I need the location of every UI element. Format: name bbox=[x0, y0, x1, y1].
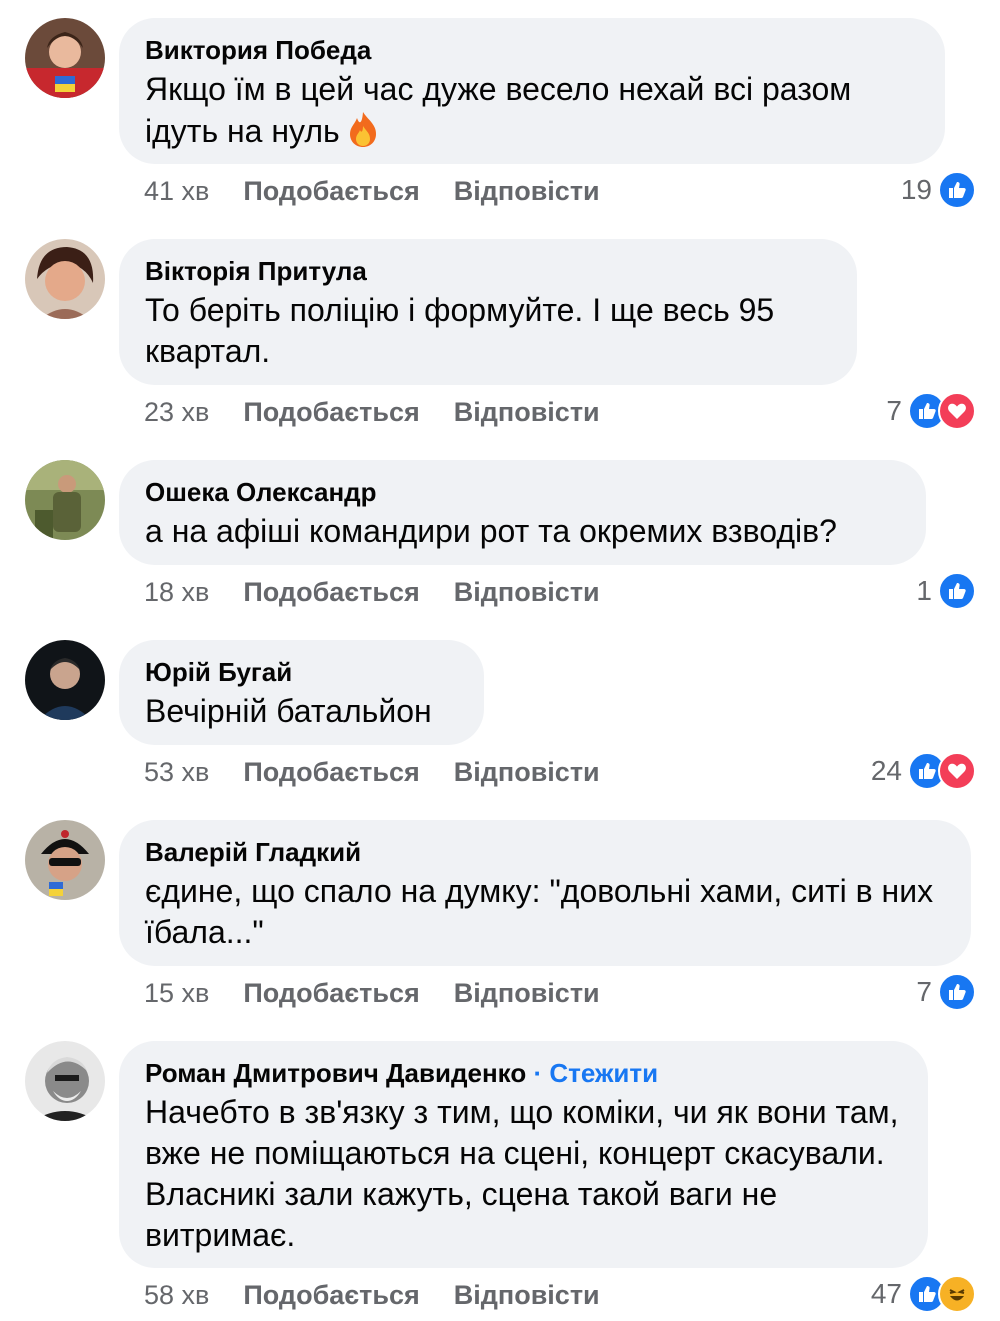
avatar[interactable] bbox=[25, 239, 105, 319]
avatar[interactable] bbox=[25, 820, 105, 900]
comment-author[interactable]: Виктория Победа bbox=[145, 35, 919, 65]
follow-label[interactable]: Стежити bbox=[549, 1058, 658, 1088]
comment-meta: 53 хв Подобається Відповісти bbox=[144, 756, 600, 788]
comment-meta: 41 хв Подобається Відповісти bbox=[144, 175, 600, 207]
comment-time[interactable]: 18 хв bbox=[144, 576, 209, 608]
avatar[interactable] bbox=[25, 640, 105, 720]
comment-bubble: Ошека Олександр а на афіші командири рот… bbox=[119, 460, 926, 565]
love-icon bbox=[938, 752, 976, 790]
reaction-count: 1 bbox=[916, 575, 932, 606]
like-button[interactable]: Подобається bbox=[243, 576, 419, 608]
comment-time[interactable]: 53 хв bbox=[144, 756, 209, 788]
reactions-summary[interactable]: 7 bbox=[916, 973, 976, 1011]
comment-text: Вечірній батальйон bbox=[145, 693, 432, 729]
comment-text: Начебто в зв'язку з тим, що коміки, чи я… bbox=[145, 1094, 899, 1253]
comment-meta: 15 хв Подобається Відповісти bbox=[144, 977, 600, 1009]
like-button[interactable]: Подобається bbox=[243, 1279, 419, 1311]
reply-button[interactable]: Відповісти bbox=[454, 756, 600, 788]
comment-text: а на афіші командири рот та окремих взво… bbox=[145, 513, 837, 549]
comment-text: єдине, що спало на думку: "довольні хами… bbox=[145, 873, 934, 950]
comment-time[interactable]: 15 хв bbox=[144, 977, 209, 1009]
like-button[interactable]: Подобається bbox=[243, 175, 419, 207]
haha-icon bbox=[938, 1275, 976, 1313]
comment-time[interactable]: 23 хв bbox=[144, 396, 209, 428]
reaction-count: 7 bbox=[886, 395, 902, 426]
reaction-count: 24 bbox=[870, 755, 902, 786]
reactions-summary[interactable]: 7 bbox=[886, 392, 976, 430]
like-icon bbox=[938, 572, 976, 610]
comment-meta: 18 хв Подобається Відповісти bbox=[144, 576, 600, 608]
comment-time[interactable]: 58 хв bbox=[144, 1279, 209, 1311]
fire-icon bbox=[346, 110, 380, 158]
comment-meta: 58 хв Подобається Відповісти bbox=[144, 1279, 600, 1311]
comment-time[interactable]: 41 хв bbox=[144, 175, 209, 207]
comment-bubble: Юрій Бугай Вечірній батальйон bbox=[119, 640, 484, 745]
comment-text: То беріть поліцію і формуйте. І ще весь … bbox=[145, 292, 775, 369]
avatar[interactable] bbox=[25, 18, 105, 98]
reply-button[interactable]: Відповісти bbox=[454, 977, 600, 1009]
comment-meta: 23 хв Подобається Відповісти bbox=[144, 396, 600, 428]
avatar[interactable] bbox=[25, 460, 105, 540]
comment-author[interactable]: Ошека Олександр bbox=[145, 477, 900, 507]
comment-bubble: Вікторія Притула То беріть поліцію і фор… bbox=[119, 239, 857, 385]
love-icon bbox=[938, 392, 976, 430]
comment-author: Роман Дмитрович Давиденко · Стежити bbox=[145, 1058, 902, 1088]
reply-button[interactable]: Відповісти bbox=[454, 576, 600, 608]
reactions-summary[interactable]: 1 bbox=[916, 572, 976, 610]
follow-link[interactable]: · Стежити bbox=[533, 1058, 658, 1088]
reaction-count: 7 bbox=[916, 976, 932, 1007]
comment-bubble: Роман Дмитрович Давиденко · Стежити Наче… bbox=[119, 1041, 928, 1268]
comment-author-name[interactable]: Роман Дмитрович Давиденко bbox=[145, 1058, 526, 1088]
like-icon bbox=[938, 973, 976, 1011]
reply-button[interactable]: Відповісти bbox=[454, 175, 600, 207]
comment-author[interactable]: Вікторія Притула bbox=[145, 256, 831, 286]
like-button[interactable]: Подобається bbox=[243, 756, 419, 788]
avatar[interactable] bbox=[25, 1041, 105, 1121]
like-button[interactable]: Подобається bbox=[243, 977, 419, 1009]
reactions-summary[interactable]: 24 bbox=[870, 752, 976, 790]
like-icon bbox=[938, 171, 976, 209]
reaction-count: 19 bbox=[900, 174, 932, 205]
reaction-count: 47 bbox=[870, 1278, 902, 1309]
reactions-summary[interactable]: 19 bbox=[900, 171, 976, 209]
comment-author[interactable]: Валерій Гладкий bbox=[145, 837, 945, 867]
reply-button[interactable]: Відповісти bbox=[454, 396, 600, 428]
reply-button[interactable]: Відповісти bbox=[454, 1279, 600, 1311]
reactions-summary[interactable]: 47 bbox=[870, 1275, 976, 1313]
comment-author[interactable]: Юрій Бугай bbox=[145, 657, 458, 687]
like-button[interactable]: Подобається bbox=[243, 396, 419, 428]
comment-bubble: Валерій Гладкий єдине, що спало на думку… bbox=[119, 820, 971, 966]
comment-text: Якщо їм в цей час дуже весело нехай всі … bbox=[145, 69, 919, 158]
comment-bubble: Виктория Победа Якщо їм в цей час дуже в… bbox=[119, 18, 945, 164]
